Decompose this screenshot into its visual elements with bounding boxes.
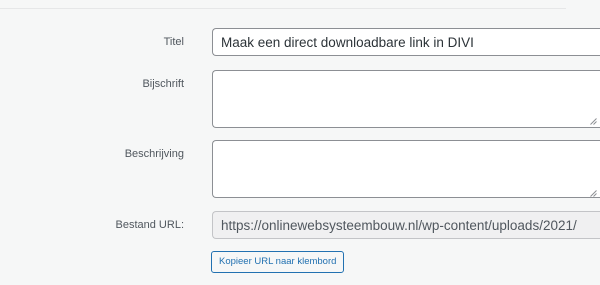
caption-label: Bijschrift (142, 78, 184, 90)
caption-textarea[interactable] (212, 70, 600, 128)
attachment-details-panel: Titel Bijschrift Beschrijving Bestand UR… (0, 0, 600, 285)
title-label: Titel (163, 36, 184, 48)
file-url-input[interactable] (212, 211, 600, 239)
resize-handle-icon[interactable] (590, 118, 597, 125)
description-label: Beschrijving (124, 148, 184, 160)
copy-url-button[interactable]: Kopieer URL naar klembord (211, 251, 345, 273)
title-input[interactable] (212, 28, 600, 56)
resize-handle-icon[interactable] (590, 190, 597, 197)
file-url-label: Bestand URL: (115, 219, 184, 231)
divider (0, 8, 566, 9)
description-textarea[interactable] (212, 140, 600, 198)
